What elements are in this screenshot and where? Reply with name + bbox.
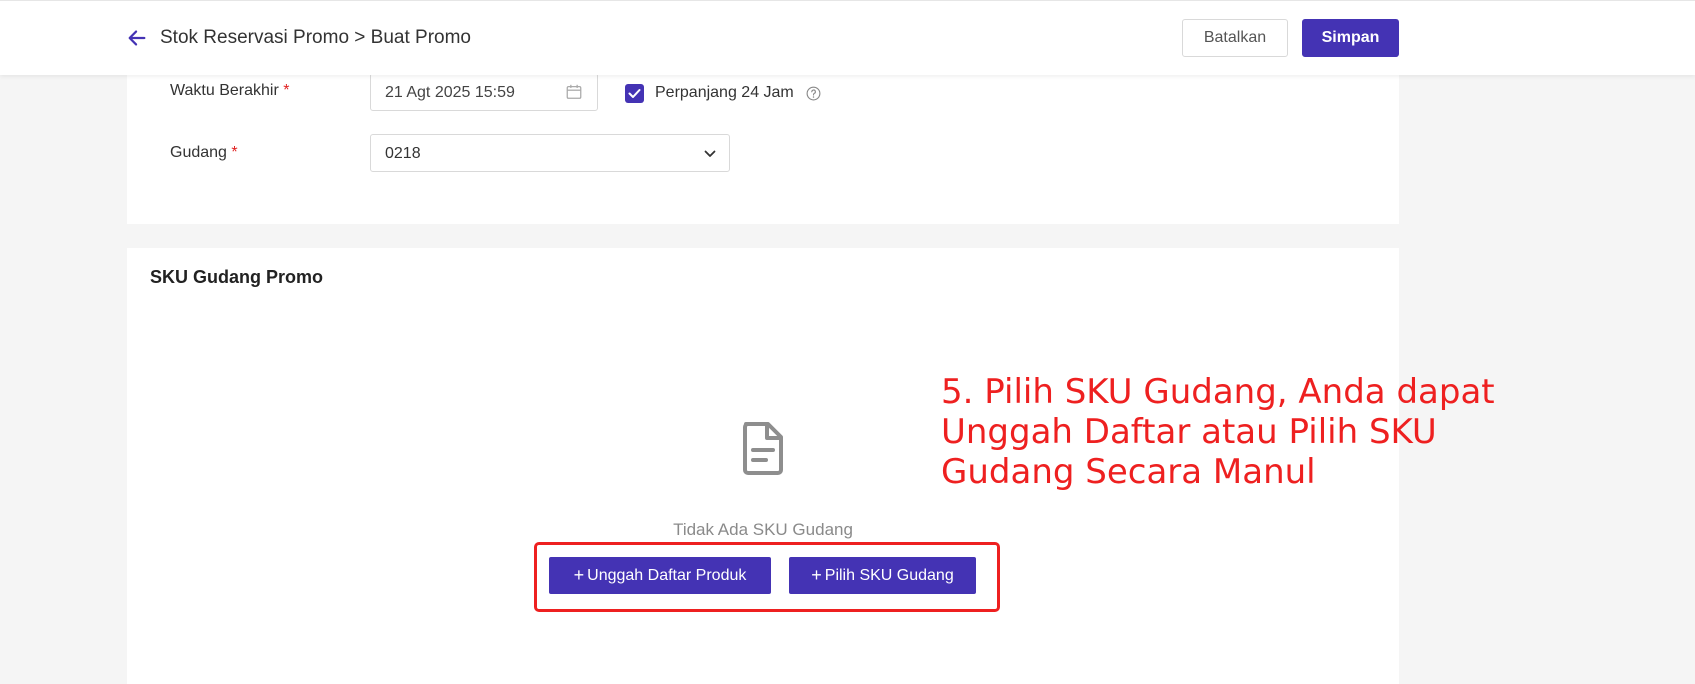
- extend-24h-checkbox[interactable]: [625, 84, 644, 103]
- calendar-icon: [566, 84, 582, 99]
- warehouse-value: 0218: [385, 145, 421, 162]
- arrow-left-icon[interactable]: [126, 27, 148, 49]
- extend-24h-label: Perpanjang 24 Jam: [655, 84, 794, 101]
- empty-state-text: Tidak Ada SKU Gudang: [673, 520, 853, 539]
- check-icon: [628, 89, 641, 98]
- cancel-button[interactable]: Batalkan: [1182, 19, 1288, 57]
- warehouse-select[interactable]: 0218: [370, 134, 730, 172]
- annotation-text: 5. Pilih SKU Gudang, Anda dapat Unggah D…: [941, 372, 1495, 492]
- end-time-label: Waktu Berakhir *: [170, 82, 290, 99]
- end-time-datepicker[interactable]: 21 Agt 2025 15:59: [370, 73, 598, 111]
- end-time-value: 21 Agt 2025 15:59: [385, 84, 515, 101]
- required-mark: *: [231, 144, 238, 161]
- document-icon: [743, 422, 783, 475]
- required-mark: *: [283, 82, 290, 99]
- page-header: Stok Reservasi Promo > Buat Promo Batalk…: [0, 0, 1695, 75]
- annotation-highlight-box: [534, 542, 1000, 612]
- breadcrumb: Stok Reservasi Promo > Buat Promo: [160, 27, 471, 48]
- section-title: SKU Gudang Promo: [150, 267, 324, 287]
- question-circle-icon[interactable]: [806, 86, 821, 101]
- warehouse-label: Gudang *: [170, 144, 238, 161]
- save-button[interactable]: Simpan: [1302, 19, 1399, 57]
- chevron-down-icon: [704, 150, 716, 157]
